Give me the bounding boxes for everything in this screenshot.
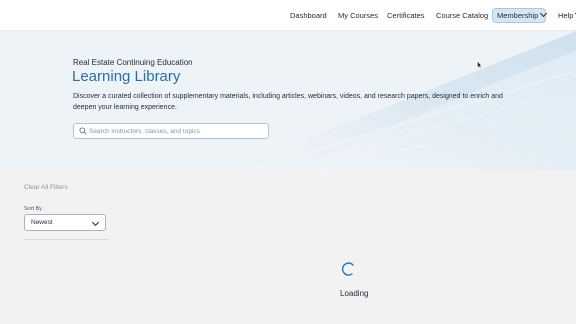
- search-icon: [79, 127, 87, 135]
- sort-by-label: Sort By: [24, 206, 43, 212]
- chevron-down-icon: [540, 9, 548, 18]
- nav-help[interactable]: Help: [558, 9, 576, 23]
- clear-all-filters-link[interactable]: Clear All Filters: [24, 184, 68, 191]
- page-title: Learning Library: [72, 68, 181, 85]
- hero-description: Discover a curated collection of supplem…: [73, 93, 503, 111]
- nav-certificates[interactable]: Certificates: [387, 9, 425, 23]
- help-label: Help: [558, 11, 574, 20]
- search-input[interactable]: [89, 125, 265, 137]
- cursor-icon: [477, 61, 482, 69]
- sort-select[interactable]: Newest: [24, 214, 106, 231]
- nav-my-courses[interactable]: My Courses: [338, 9, 378, 23]
- nav-dashboard[interactable]: Dashboard: [290, 9, 327, 23]
- chevron-down-icon: [91, 218, 100, 227]
- nav-course-catalog[interactable]: Course Catalog: [436, 9, 488, 23]
- top-navigation: Dashboard My Courses Certificates Course…: [0, 0, 576, 31]
- search-box[interactable]: [73, 123, 269, 139]
- loading-text: Loading: [340, 289, 369, 298]
- membership-label: Membership: [497, 11, 539, 20]
- filter-divider: [24, 239, 109, 240]
- sort-select-value: Newest: [31, 219, 53, 226]
- hero-eyebrow: Real Estate Continuing Education: [73, 58, 193, 67]
- spinner-icon: [342, 262, 354, 276]
- nav-membership-dropdown[interactable]: Membership: [492, 8, 548, 23]
